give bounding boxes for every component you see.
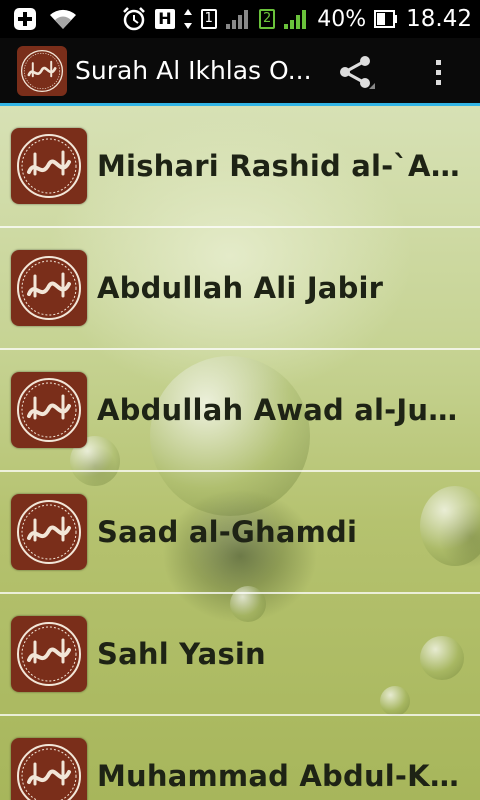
reciter-name: Sahl Yasin	[97, 637, 266, 671]
signal-icon	[225, 8, 251, 30]
reciter-name: Mishari Rashid al-`Afasy	[97, 149, 467, 183]
signal-icon	[283, 8, 309, 30]
surah-logo-icon	[11, 372, 87, 448]
list-item[interactable]: Muhammad Abdul-Kare...	[0, 716, 480, 800]
list-item[interactable]: Abdullah Awad al-Juhani	[0, 350, 480, 472]
app-logo-icon[interactable]	[17, 45, 67, 96]
reciter-name: Abdullah Awad al-Juhani	[97, 393, 467, 427]
sim1-badge: 1	[200, 9, 217, 29]
reciter-name: Muhammad Abdul-Kare...	[97, 759, 467, 793]
list-item[interactable]: Abdullah Ali Jabir	[0, 228, 480, 350]
share-icon	[340, 56, 375, 89]
add-icon	[12, 6, 38, 32]
overflow-menu-button[interactable]	[420, 52, 456, 92]
reciter-name: Abdullah Ali Jabir	[97, 271, 384, 305]
battery-icon	[374, 8, 398, 30]
app-bar: Surah Al Ikhlas O...	[0, 38, 480, 106]
wifi-icon	[48, 7, 78, 31]
reciter-name: Saad al-Ghamdi	[97, 515, 358, 549]
status-bar: H 1 2 40% 18.42	[0, 0, 480, 38]
overflow-menu-icon	[435, 69, 441, 75]
alarm-icon	[121, 6, 147, 32]
overflow-menu-icon	[435, 79, 441, 85]
network-type-badge: H	[155, 9, 175, 29]
data-arrows-icon	[183, 8, 193, 30]
surah-logo-icon	[11, 738, 87, 800]
list-item[interactable]: Mishari Rashid al-`Afasy	[0, 106, 480, 228]
reciter-list: Mishari Rashid al-`Afasy Abdullah Ali Ja…	[0, 106, 480, 800]
overflow-menu-icon	[435, 59, 441, 65]
sim2-badge: 2	[258, 9, 276, 29]
surah-logo-icon	[11, 128, 87, 204]
list-item[interactable]: Sahl Yasin	[0, 594, 480, 716]
reciter-list-container: Mishari Rashid al-`Afasy Abdullah Ali Ja…	[0, 106, 480, 800]
surah-logo-icon	[11, 616, 87, 692]
surah-logo-icon	[11, 494, 87, 570]
list-item[interactable]: Saad al-Ghamdi	[0, 472, 480, 594]
share-button[interactable]	[332, 52, 378, 92]
clock-time: 18.42	[406, 6, 472, 32]
battery-percent: 40%	[317, 6, 367, 32]
surah-logo-icon	[11, 250, 87, 326]
app-title: Surah Al Ikhlas O...	[75, 56, 312, 85]
